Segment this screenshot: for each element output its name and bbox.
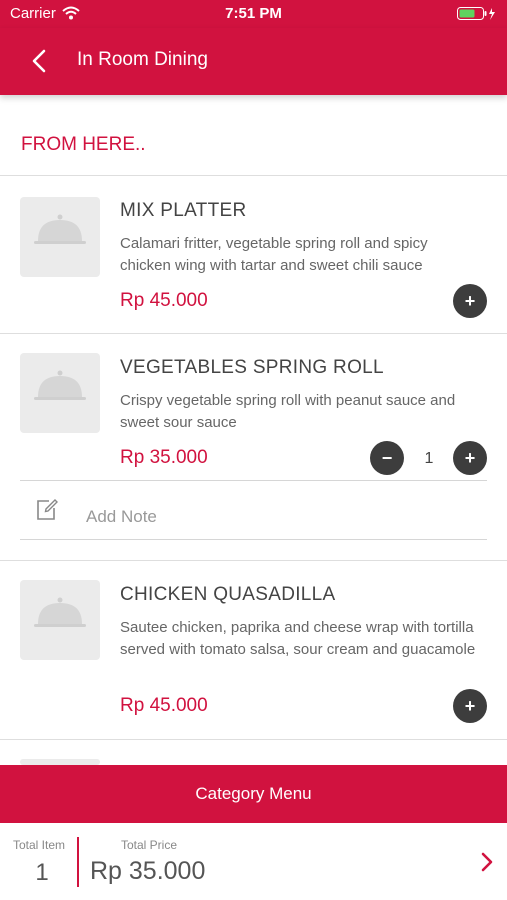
item-name: CHICKEN QUASADILLA xyxy=(120,584,336,605)
item-image-placeholder xyxy=(20,580,100,660)
status-bar: Carrier 7:51 PM xyxy=(0,0,507,28)
divider xyxy=(20,539,487,540)
page-title: In Room Dining xyxy=(77,49,208,70)
total-price-value: Rp 35.000 xyxy=(90,857,206,885)
category-menu-button[interactable]: Category Menu xyxy=(0,765,507,823)
add-item-button[interactable]: + xyxy=(453,284,487,318)
quantity-value: 1 xyxy=(424,450,434,467)
item-image-placeholder xyxy=(20,197,100,277)
item-name: VEGETABLES SPRING ROLL xyxy=(120,357,384,378)
divider xyxy=(0,739,507,740)
menu-item: CHICKEN QUASADILLA Sautee chicken, papri… xyxy=(0,561,507,739)
back-button[interactable] xyxy=(22,44,58,80)
item-description: Crispy vegetable spring roll with peanut… xyxy=(120,392,456,431)
footer-divider xyxy=(77,837,79,887)
add-note-label: Add Note xyxy=(86,507,157,526)
battery-icon xyxy=(457,7,497,25)
add-item-button[interactable]: + xyxy=(453,689,487,723)
increase-quantity-button[interactable]: + xyxy=(453,441,487,475)
chevron-right-icon[interactable] xyxy=(478,851,496,873)
item-name: MIX PLATTER xyxy=(120,200,247,221)
total-price-label: Total Price xyxy=(121,838,178,852)
cart-footer: Total Item 1 Total Price Rp 35.000 xyxy=(0,823,507,900)
item-price: Rp 35.000 xyxy=(120,447,208,468)
item-description: Calamari fritter, vegetable spring roll … xyxy=(120,235,428,274)
food-cloche-icon xyxy=(34,214,86,244)
edit-note-icon xyxy=(37,499,58,520)
menu-item: VEGETABLES SPRING ROLL Crispy vegetable … xyxy=(0,334,507,560)
section-header: FROM HERE.. xyxy=(0,114,507,176)
item-price: Rp 45.000 xyxy=(120,695,208,716)
status-time: 7:51 PM xyxy=(225,5,282,22)
total-item-value: 1 xyxy=(35,859,49,886)
menu-item: MIX PLATTER Calamari fritter, vegetable … xyxy=(0,177,507,333)
food-cloche-icon xyxy=(34,370,86,400)
item-image-placeholder xyxy=(20,353,100,433)
item-price: Rp 45.000 xyxy=(120,290,208,311)
nav-bar: In Room Dining xyxy=(0,28,507,95)
total-item-label: Total Item xyxy=(13,838,66,852)
back-chevron-icon xyxy=(32,49,46,73)
add-note-button[interactable]: Add Note xyxy=(20,481,487,539)
decrease-quantity-button[interactable]: − xyxy=(370,441,404,475)
food-cloche-icon xyxy=(34,597,86,627)
section-title: FROM HERE.. xyxy=(21,134,146,155)
item-description: Sautee chicken, paprika and cheese wrap … xyxy=(120,619,476,658)
